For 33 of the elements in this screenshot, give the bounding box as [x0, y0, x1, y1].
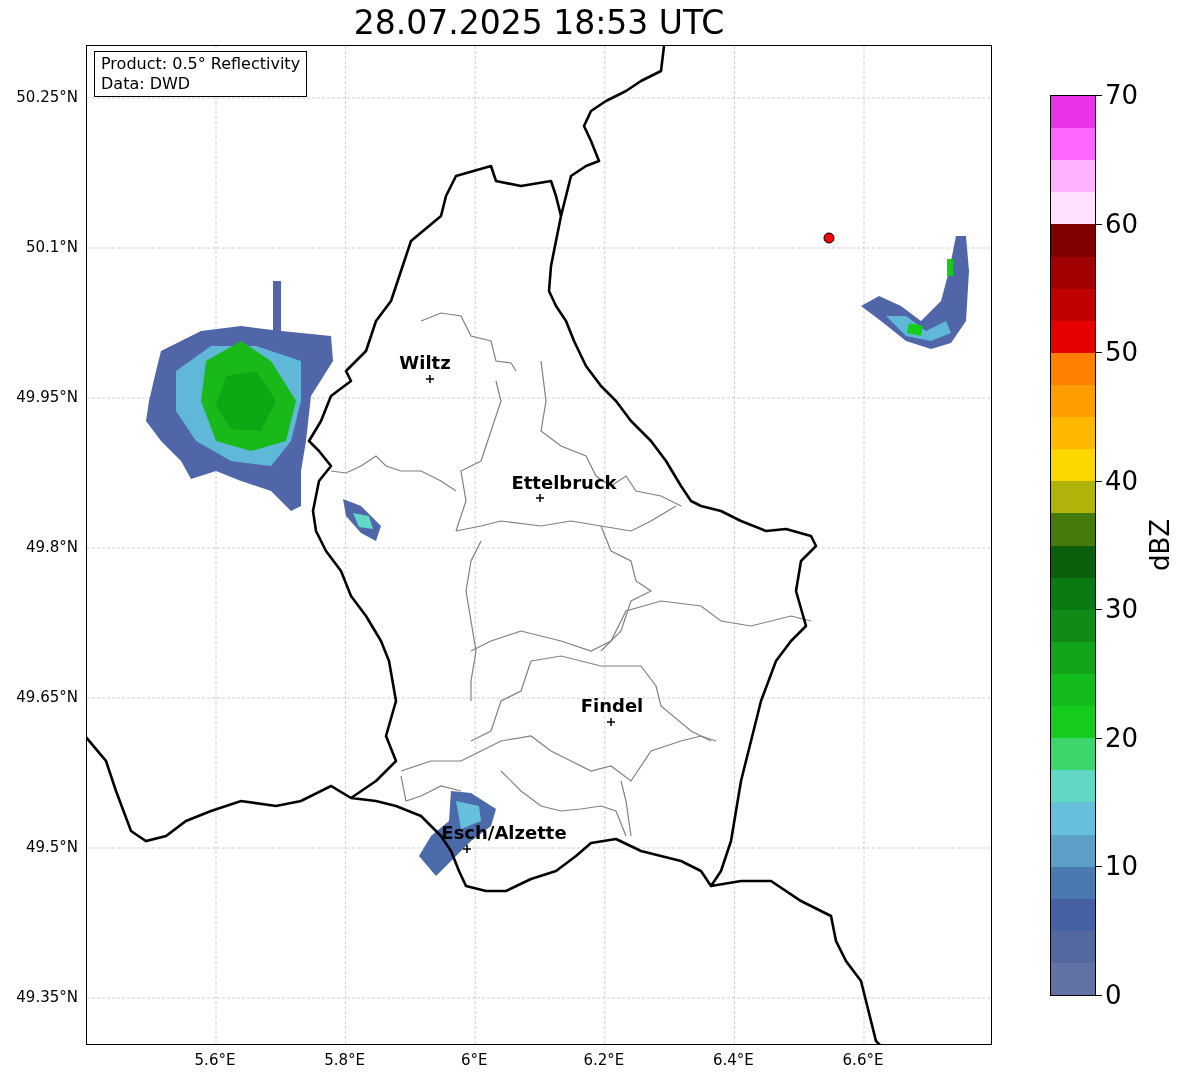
place-label: Wiltz [399, 354, 451, 372]
colorbar-tick-label: 70 [1105, 82, 1139, 108]
x-tick-label: 6.4°E [712, 1052, 754, 1068]
place-marker-icon [606, 717, 616, 727]
y-tick-label: 49.65°N [16, 689, 78, 705]
colorbar-tick-label: 50 [1105, 339, 1139, 366]
place-label: Findel [580, 697, 644, 715]
x-tick-label: 6°E [460, 1052, 488, 1068]
chart-title: 28.07.2025 18:53 UTC [353, 6, 725, 39]
y-tick-label: 49.35°N [16, 989, 78, 1005]
colorbar-tick-label: 40 [1105, 467, 1139, 494]
info-text: Data: DWD [101, 74, 192, 94]
y-tick-label: 49.8°N [25, 539, 78, 555]
place-marker-icon [425, 374, 435, 384]
x-tick-label: 6.6°E [842, 1052, 884, 1068]
y-tick-label: 50.25°N [16, 89, 78, 105]
colorbar-tick-label: 30 [1105, 596, 1139, 623]
place-label: Ettelbruck [511, 474, 617, 492]
radar-site-marker [823, 232, 835, 244]
info-text: Product: 0.5° Reflectivity [101, 54, 301, 74]
y-tick-label: 49.95°N [16, 389, 78, 405]
x-tick-label: 5.6°E [194, 1052, 236, 1068]
colorbar-tick-label: 10 [1105, 853, 1139, 880]
colorbar-tick-label: 20 [1105, 724, 1139, 751]
place-marker-icon [535, 493, 545, 503]
colorbar-label: dBZ [1147, 518, 1173, 572]
colorbar-tick-label: 60 [1105, 210, 1139, 237]
y-tick-label: 49.5°N [25, 839, 78, 855]
colorbar-tick-label: 0 [1105, 982, 1122, 1008]
y-tick-label: 50.1°N [25, 239, 78, 255]
place-marker-icon [462, 844, 472, 854]
x-tick-label: 6.2°E [583, 1052, 625, 1068]
x-tick-label: 5.8°E [324, 1052, 365, 1068]
